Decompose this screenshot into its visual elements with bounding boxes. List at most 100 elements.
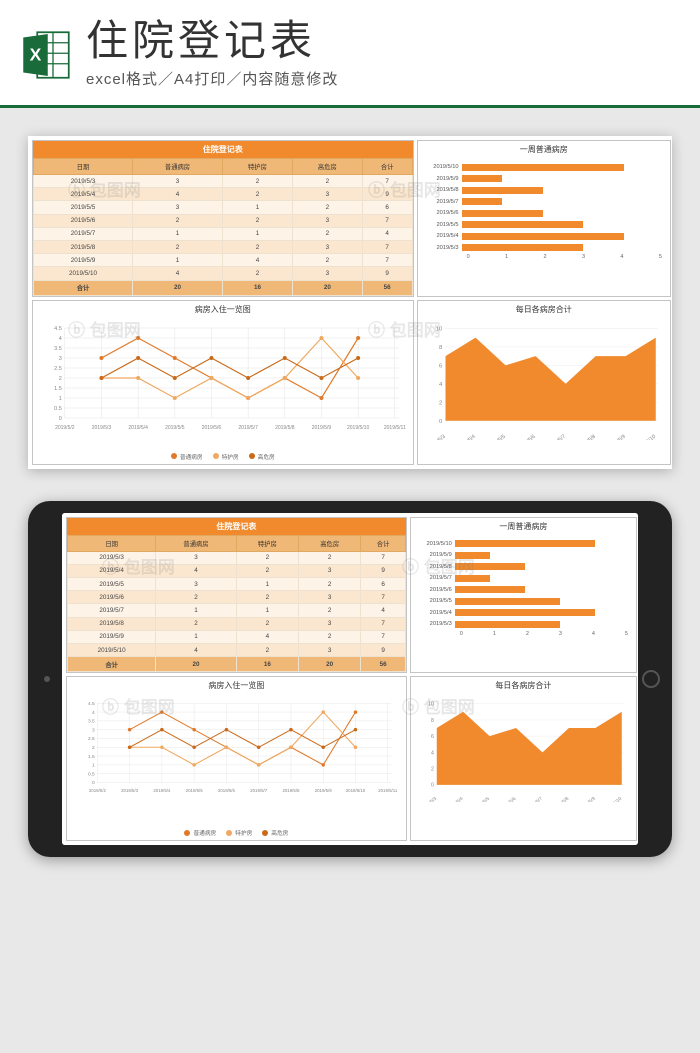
svg-text:4: 4: [439, 382, 443, 388]
bar-row: 2019/5/10: [420, 162, 664, 172]
svg-text:2019/5/5: 2019/5/5: [165, 425, 185, 431]
svg-text:4.5: 4.5: [88, 701, 95, 707]
table-cell: 3: [299, 644, 361, 657]
table-row: 2019/5/53126: [68, 578, 406, 591]
table-row: 2019/5/82237: [34, 240, 413, 253]
svg-text:2: 2: [439, 400, 442, 406]
spreadsheet-preview: 住院登记表日期普通病房特护房高危房合计2019/5/332272019/5/44…: [28, 136, 672, 469]
svg-text:2019/5/9: 2019/5/9: [315, 789, 333, 794]
svg-text:4.5: 4.5: [54, 326, 62, 332]
weekly-bar-chart-panel: 一周普通病房2019/5/102019/5/92019/5/82019/5/72…: [410, 517, 637, 674]
bar-row: 2019/5/9: [420, 174, 664, 184]
table-cell: 3: [292, 214, 362, 227]
bar-axis-tick: 1: [505, 254, 508, 260]
svg-text:2019/5/8: 2019/5/8: [577, 433, 597, 439]
bar-axis-tick: 2: [526, 631, 529, 637]
table-cell: 3: [292, 267, 362, 280]
bar-label: 2019/5/9: [420, 176, 462, 182]
svg-text:1.5: 1.5: [54, 386, 62, 392]
bar-label: 2019/5/4: [420, 233, 462, 239]
table-header-cell: 特护房: [236, 535, 298, 551]
table-cell: 1: [133, 227, 223, 240]
header: X 住院登记表 excel格式／A4打印／内容随意修改: [0, 0, 700, 108]
table-total-cell: 16: [223, 280, 293, 295]
bar-fill: [455, 609, 595, 616]
area-chart: 02468102019/5/32019/5/42019/5/52019/5/62…: [422, 322, 666, 440]
table-cell: 4: [236, 630, 298, 643]
svg-text:1.5: 1.5: [88, 754, 95, 760]
bar-fill: [462, 175, 502, 182]
table-row: 2019/5/91427: [34, 254, 413, 267]
bar-row: 2019/5/7: [420, 197, 664, 207]
table-cell: 3: [292, 188, 362, 201]
table-cell: 2019/5/8: [34, 240, 133, 253]
table-row: 2019/5/62237: [68, 591, 406, 604]
table-cell: 4: [156, 644, 236, 657]
table-cell: 2019/5/9: [68, 630, 156, 643]
bar-row: 2019/5/3: [420, 243, 664, 253]
table-header-cell: 高危房: [299, 535, 361, 551]
svg-text:2019/5/4: 2019/5/4: [457, 433, 477, 439]
weekly-bar-chart-panel: 一周普通病房2019/5/102019/5/92019/5/82019/5/72…: [417, 140, 671, 297]
bar-axis-tick: 3: [559, 631, 562, 637]
table-cell: 2: [299, 604, 361, 617]
bar-axis-tick: 4: [620, 254, 623, 260]
bar-fill: [462, 221, 583, 228]
bar-row: 2019/5/10: [413, 539, 630, 549]
svg-text:2019/5/11: 2019/5/11: [378, 789, 398, 794]
svg-text:1: 1: [59, 396, 62, 402]
bar-label: 2019/5/5: [420, 222, 462, 228]
svg-text:1: 1: [92, 763, 95, 769]
table-cell: 7: [361, 630, 405, 643]
table-cell: 7: [362, 175, 412, 188]
svg-text:2019/5/8: 2019/5/8: [552, 796, 570, 802]
bar-row: 2019/5/4: [413, 608, 630, 618]
table-row: 2019/5/62237: [34, 214, 413, 227]
table-cell: 3: [133, 175, 223, 188]
table-cell: 2: [156, 591, 236, 604]
svg-text:2019/5/9: 2019/5/9: [579, 796, 597, 802]
tablet-frame: 住院登记表日期普通病房特护房高危房合计2019/5/332272019/5/44…: [28, 501, 672, 858]
table-cell: 4: [133, 267, 223, 280]
table-cell: 2: [292, 175, 362, 188]
table-cell: 4: [156, 564, 236, 577]
line-chart-panel: 病房入住一览图00.511.522.533.544.52019/5/22019/…: [66, 676, 407, 841]
spreadsheet-preview-tablet: 住院登记表日期普通病房特护房高危房合计2019/5/332272019/5/44…: [62, 513, 638, 846]
svg-text:2019/5/4: 2019/5/4: [446, 796, 464, 802]
bar-fill: [455, 598, 560, 605]
svg-text:2019/5/4: 2019/5/4: [128, 425, 148, 431]
table-cell: 4: [133, 188, 223, 201]
table-cell: 2: [236, 551, 298, 564]
table-total-cell: 20: [292, 280, 362, 295]
table-cell: 7: [361, 551, 405, 564]
bar-axis-tick: 4: [592, 631, 595, 637]
table-total-cell: 合计: [68, 657, 156, 672]
table-cell: 7: [362, 214, 412, 227]
bar-fill: [455, 563, 525, 570]
bar-row: 2019/5/8: [420, 185, 664, 195]
svg-text:2: 2: [92, 745, 95, 751]
table-cell: 1: [133, 254, 223, 267]
svg-text:2019/5/3: 2019/5/3: [92, 425, 112, 431]
bar-axis-tick: 5: [625, 631, 628, 637]
table-cell: 2: [292, 227, 362, 240]
bar-axis-tick: 5: [659, 254, 662, 260]
legend-dot-icon: [249, 453, 255, 459]
bar-label: 2019/5/9: [413, 552, 455, 558]
registration-table: 日期普通病房特护房高危房合计2019/5/332272019/5/4423920…: [67, 535, 406, 673]
legend-label: 特护房: [235, 828, 252, 837]
table-cell: 4: [362, 227, 412, 240]
table-total-cell: 16: [236, 657, 298, 672]
registration-table-panel: 住院登记表日期普通病房特护房高危房合计2019/5/332272019/5/44…: [66, 517, 407, 674]
svg-text:2019/5/7: 2019/5/7: [526, 796, 544, 802]
table-header-cell: 日期: [34, 159, 133, 175]
svg-text:2019/5/5: 2019/5/5: [186, 789, 204, 794]
svg-text:2019/5/6: 2019/5/6: [517, 433, 537, 439]
table-cell: 2019/5/5: [68, 578, 156, 591]
svg-text:3.5: 3.5: [88, 719, 95, 725]
table-total-cell: 20: [133, 280, 223, 295]
svg-text:2019/5/6: 2019/5/6: [202, 425, 222, 431]
svg-text:2019/5/8: 2019/5/8: [275, 425, 295, 431]
table-cell: 2019/5/6: [34, 214, 133, 227]
excel-icon: X: [18, 27, 74, 83]
